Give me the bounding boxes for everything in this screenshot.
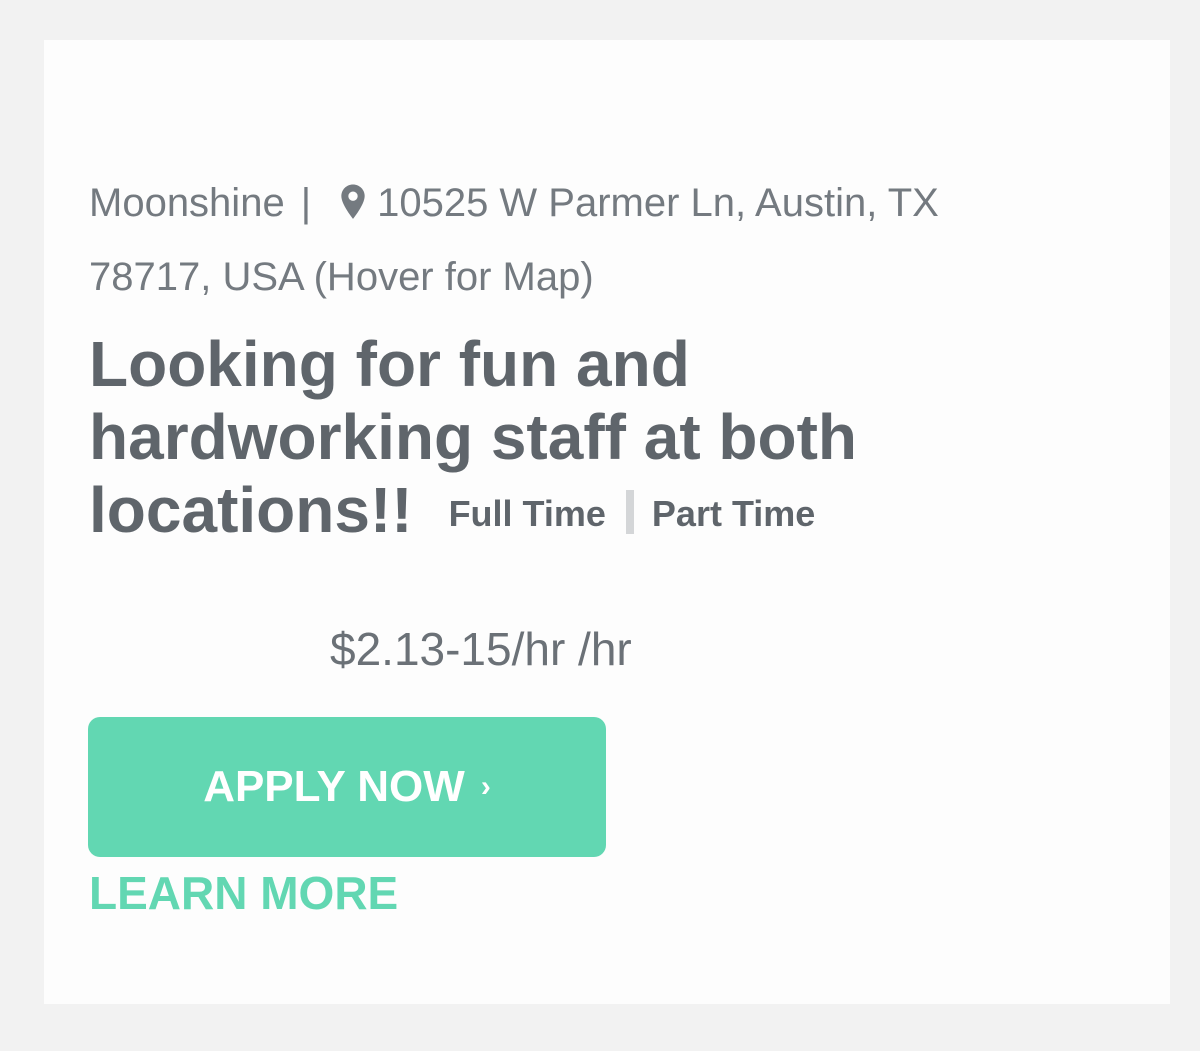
apply-now-button[interactable]: APPLY NOW › — [88, 717, 606, 857]
company-name: Moonshine — [89, 181, 285, 225]
job-types: Full Time Part Time — [448, 477, 816, 550]
job-type-full-time: Full Time — [448, 493, 606, 534]
job-type-divider — [625, 490, 634, 534]
learn-more-link[interactable]: LEARN MORE — [89, 866, 398, 920]
map-pin-icon — [341, 184, 365, 219]
wage: $2.13-15/hr /hr — [330, 623, 632, 675]
job-type-part-time: Part Time — [651, 493, 816, 534]
job-title-block: Looking for fun and hardworking staff at… — [89, 328, 949, 550]
job-card: Moonshine | 10525 W Parmer Ln, Austin, TX … — [44, 40, 1170, 1004]
meta-separator: | — [300, 181, 312, 225]
job-meta: Moonshine | 10525 W Parmer Ln, Austin, TX … — [89, 166, 1049, 314]
chevron-right-icon: › — [480, 770, 491, 803]
apply-now-label: APPLY NOW — [203, 762, 465, 811]
